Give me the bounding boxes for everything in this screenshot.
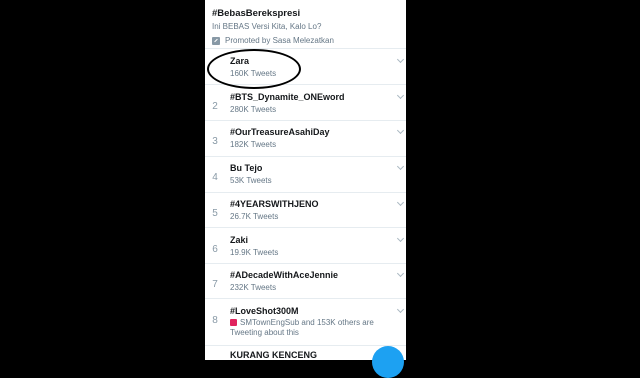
trend-tweet-count: 19.9K Tweets [230, 248, 279, 257]
promoted-by-label: Promoted by Sasa Melezatkan [225, 36, 334, 45]
trend-tweet-count: 182K Tweets [230, 140, 277, 149]
trend-name: Zara [230, 56, 250, 66]
trend-name: Zaki [230, 235, 249, 245]
trend-tweet-count: 26.7K Tweets [230, 212, 279, 221]
promoted-arrow-icon [212, 36, 220, 45]
trend-name: #LoveShot300M [230, 306, 299, 316]
trend-item[interactable]: 4 Bu Tejo 53K Tweets [205, 162, 406, 199]
trend-item[interactable]: 3 #OurTreasureAsahiDay 182K Tweets [205, 126, 406, 163]
trend-tweeting-context: SMTownEngSub and 153K others are Tweetin… [230, 318, 402, 338]
trend-rank: 3 [212, 136, 218, 147]
trend-item[interactable]: Zara 160K Tweets [205, 55, 406, 92]
divider [205, 263, 406, 264]
promoted-trend[interactable]: #BebasBerekspresi Ini BEBAS Versi Kita, … [212, 8, 402, 46]
trend-rank: 2 [212, 101, 218, 112]
trend-tweet-count: 232K Tweets [230, 283, 277, 292]
chevron-down-icon[interactable] [396, 198, 405, 207]
promoted-trend-subtitle: Ini BEBAS Versi Kita, Kalo Lo? [212, 22, 322, 31]
divider [205, 345, 406, 346]
divider [205, 192, 406, 193]
trend-rank: 6 [212, 244, 218, 255]
trend-name: Bu Tejo [230, 163, 263, 173]
trend-rank: 5 [212, 208, 218, 219]
trends-screen: #BebasBerekspresi Ini BEBAS Versi Kita, … [205, 0, 406, 360]
divider [205, 120, 406, 121]
trend-name: KURANG KENCENG [230, 350, 318, 360]
trend-tweet-count: 53K Tweets [230, 176, 272, 185]
chevron-down-icon[interactable] [396, 305, 405, 314]
promoted-trend-title: #BebasBerekspresi [212, 8, 301, 19]
divider [205, 298, 406, 299]
trend-name: #OurTreasureAsahiDay [230, 127, 330, 137]
chevron-down-icon[interactable] [396, 126, 405, 135]
divider [205, 48, 406, 49]
tweeting-text: SMTownEngSub and 153K others are Tweetin… [230, 318, 374, 337]
promoted-by-row: Promoted by Sasa Melezatkan [212, 35, 402, 46]
trend-item[interactable]: 7 #ADecadeWithAceJennie 232K Tweets [205, 269, 406, 306]
trend-rank: 8 [212, 315, 218, 326]
chevron-down-icon[interactable] [396, 162, 405, 171]
chevron-down-icon[interactable] [396, 269, 405, 278]
trend-tweet-count: 280K Tweets [230, 105, 277, 114]
chevron-down-icon[interactable] [396, 91, 405, 100]
compose-icon[interactable] [372, 346, 404, 378]
trend-item[interactable]: 2 #BTS_Dynamite_ONEword 280K Tweets [205, 91, 406, 128]
trend-name: #BTS_Dynamite_ONEword [230, 92, 345, 102]
chevron-down-icon[interactable] [396, 55, 405, 64]
trend-name: #ADecadeWithAceJennie [230, 270, 338, 280]
trend-name: #4YEARSWITHJENO [230, 199, 319, 209]
avatar [230, 319, 237, 326]
trend-item[interactable]: 5 #4YEARSWITHJENO 26.7K Tweets [205, 198, 406, 235]
divider [205, 156, 406, 157]
divider [205, 84, 406, 85]
divider [205, 227, 406, 228]
trend-item[interactable]: 6 Zaki 19.9K Tweets [205, 234, 406, 271]
trend-item[interactable]: 8 #LoveShot300M SMTownEngSub and 153K ot… [205, 305, 406, 346]
trend-rank: 4 [212, 172, 218, 183]
chevron-down-icon[interactable] [396, 234, 405, 243]
trend-rank: 7 [212, 279, 218, 290]
trend-tweet-count: 160K Tweets [230, 69, 277, 78]
